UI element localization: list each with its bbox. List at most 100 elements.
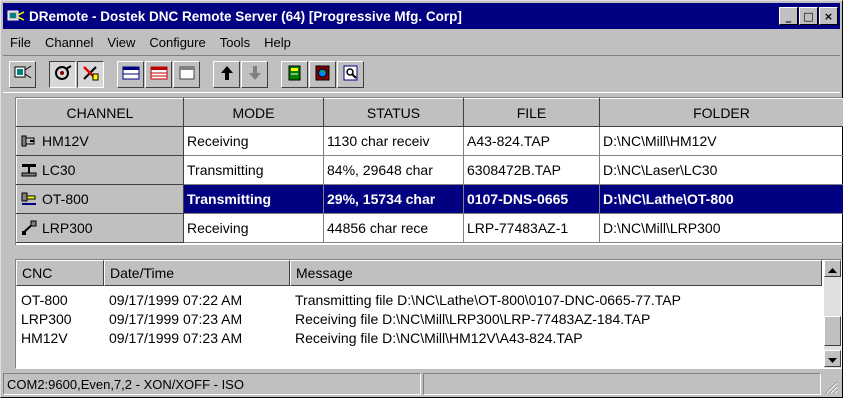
mill-icon [19, 132, 39, 150]
channel-cell[interactable]: LRP300 [16, 213, 184, 243]
scroll-up-button[interactable] [824, 260, 841, 277]
log-entry[interactable]: OT-800 09/17/1999 07:22 AM Transmitting … [16, 290, 822, 309]
column-header-status[interactable]: STATUS [323, 98, 464, 127]
disconnect-button[interactable] [77, 60, 104, 88]
file-cell: A43-824.TAP [463, 126, 600, 156]
tile-window-button[interactable] [117, 60, 144, 88]
channel-button[interactable] [9, 60, 36, 88]
app-icon[interactable] [7, 7, 25, 25]
maximize-button[interactable]: □ [799, 7, 818, 25]
globe-book-icon [313, 64, 333, 85]
window-red-icon [149, 64, 169, 85]
help-book-button[interactable] [309, 60, 336, 88]
log-header-datetime[interactable]: Date/Time [104, 260, 290, 286]
app-window: DRemote - Dostek DNC Remote Server (64) … [0, 0, 843, 398]
log-message: Transmitting file D:\NC\Lathe\OT-800\010… [295, 291, 681, 308]
log-datetime: 09/17/1999 07:23 AM [109, 310, 243, 327]
laser-icon [19, 161, 39, 179]
status-cell: 84%, 29648 char [323, 155, 464, 185]
scroll-down-icon [828, 351, 837, 367]
scroll-thumb[interactable] [824, 316, 841, 346]
channel-row[interactable]: LRP300 Receiving 44856 char rece LRP-774… [16, 213, 843, 243]
port-status: COM2:9600,Even,7,2 - XON/XOFF - ISO [3, 373, 421, 395]
channel-cell[interactable]: OT-800 [16, 184, 184, 214]
title-bar[interactable]: DRemote - Dostek DNC Remote Server (64) … [3, 3, 840, 29]
channel-name: HM12V [42, 133, 89, 149]
minimize-button[interactable]: _ [779, 7, 798, 25]
log-book-button[interactable] [281, 60, 308, 88]
folder-cell: D:\NC\Lathe\OT-800 [599, 184, 843, 214]
window-icon [121, 64, 141, 85]
status-cell: 1130 char receiv [323, 126, 464, 156]
folder-cell: D:\NC\Laser\LC30 [599, 155, 843, 185]
log-datetime: 09/17/1999 07:23 AM [109, 329, 243, 346]
message-log: CNC Date/Time Message OT-800 09/17/1999 … [15, 259, 842, 369]
mode-cell: Transmitting [183, 184, 324, 214]
column-header-file[interactable]: FILE [463, 98, 600, 127]
move-up-button[interactable] [213, 60, 240, 88]
channel-name: LC30 [42, 162, 76, 178]
log-cnc: LRP300 [21, 310, 72, 327]
scroll-up-icon [828, 261, 837, 277]
menu-channel[interactable]: Channel [38, 35, 100, 50]
log-datetime: 09/17/1999 07:22 AM [109, 291, 243, 308]
window-title: DRemote - Dostek DNC Remote Server (64) … [29, 8, 462, 24]
status-bar: COM2:9600,Even,7,2 - XON/XOFF - ISO [3, 373, 840, 395]
toolbar [3, 55, 840, 93]
log-cnc: OT-800 [21, 291, 68, 308]
new-window-button[interactable] [173, 60, 200, 88]
arrow-up-icon [217, 64, 237, 85]
file-cell: 0107-DNS-0665 [463, 184, 600, 214]
log-header-message[interactable]: Message [290, 260, 822, 286]
lathe-icon [19, 190, 39, 208]
channel-row-selected[interactable]: OT-800 Transmitting 29%, 15734 char 0107… [16, 184, 843, 214]
menu-view[interactable]: View [100, 35, 142, 50]
log-cnc: HM12V [21, 329, 68, 346]
mode-cell: Receiving [183, 213, 324, 243]
column-header-mode[interactable]: MODE [183, 98, 324, 127]
blank-window-icon [177, 64, 197, 85]
status-cell: 29%, 15734 char [323, 184, 464, 214]
folder-cell: D:\NC\Mill\LRP300 [599, 213, 843, 243]
menu-file[interactable]: File [3, 35, 38, 50]
disconnect-icon [81, 64, 101, 85]
preview-button[interactable] [337, 60, 364, 88]
book-icon [285, 64, 305, 85]
router-icon [19, 219, 39, 237]
move-down-button[interactable] [241, 60, 268, 88]
log-message: Receiving file D:\NC\Mill\HM12V\A43-824.… [295, 329, 583, 346]
menu-tools[interactable]: Tools [213, 35, 257, 50]
preview-icon [341, 64, 361, 85]
log-header-cnc[interactable]: CNC [16, 260, 104, 286]
column-header-channel[interactable]: CHANNEL [16, 98, 184, 127]
channel-cell[interactable]: LC30 [16, 155, 184, 185]
channel-name: LRP300 [42, 220, 93, 236]
arrow-down-icon [245, 64, 265, 85]
resize-grip[interactable] [823, 373, 839, 395]
file-cell: 6308472B.TAP [463, 155, 600, 185]
close-button[interactable]: × [819, 7, 838, 25]
channel-row[interactable]: LC30 Transmitting 84%, 29648 char 630847… [16, 155, 843, 185]
log-entry[interactable]: LRP300 09/17/1999 07:23 AM Receiving fil… [16, 309, 822, 328]
scroll-down-button[interactable] [824, 350, 841, 367]
file-cell: LRP-77483AZ-1 [463, 213, 600, 243]
channel-cell[interactable]: HM12V [16, 126, 184, 156]
status-cell: 44856 char rece [323, 213, 464, 243]
log-entry[interactable]: HM12V 09/17/1999 07:23 AM Receiving file… [16, 328, 822, 347]
channel-row[interactable]: HM12V Receiving 1130 char receiv A43-824… [16, 126, 843, 156]
channel-grid: CHANNEL MODE STATUS FILE FOLDER HM12V Re… [15, 97, 843, 245]
close-icon: × [823, 9, 834, 23]
log-scrollbar[interactable] [824, 260, 841, 368]
connect-button[interactable] [49, 60, 76, 88]
channel-name: OT-800 [42, 191, 89, 207]
folder-cell: D:\NC\Mill\HM12V [599, 126, 843, 156]
log-message: Receiving file D:\NC\Mill\LRP300\LRP-774… [295, 310, 651, 327]
minimize-icon: _ [785, 9, 792, 23]
maximize-icon: □ [803, 9, 814, 23]
menu-configure[interactable]: Configure [142, 35, 212, 50]
cascade-window-button[interactable] [145, 60, 172, 88]
menu-help[interactable]: Help [257, 35, 298, 50]
column-header-folder[interactable]: FOLDER [599, 98, 843, 127]
connect-icon [53, 64, 73, 85]
mode-cell: Receiving [183, 126, 324, 156]
